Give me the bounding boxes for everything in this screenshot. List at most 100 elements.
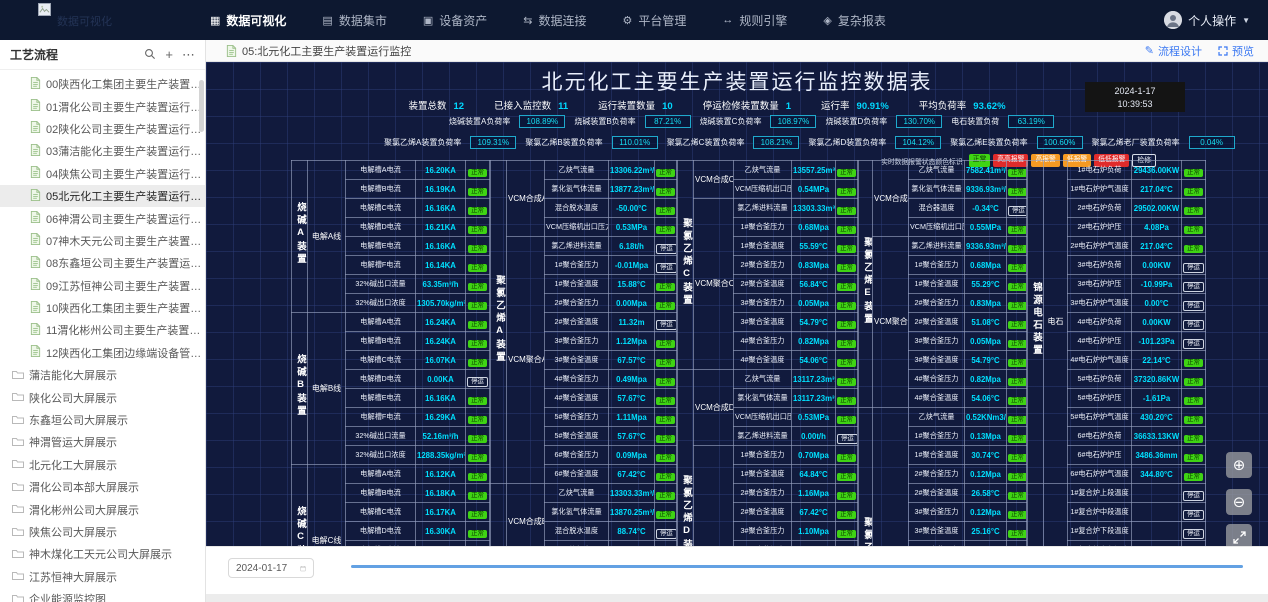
- status-cell: 正常: [1007, 332, 1027, 351]
- status-cell: 正常: [466, 389, 490, 408]
- sidebar-folder-item[interactable]: 神木煤化工天元公司大屏展示: [0, 543, 205, 565]
- date-input[interactable]: [236, 563, 294, 574]
- line-label: 电解C线: [308, 465, 346, 547]
- status-chip: 正常: [837, 511, 856, 519]
- param-name: 4#聚合釜压力: [545, 370, 609, 389]
- file-icon: [30, 345, 41, 360]
- stat-value: 10: [662, 101, 673, 112]
- sidebar-file-item[interactable]: 11渭化彬州公司主要生产装置运...: [0, 319, 205, 341]
- nav-item-market[interactable]: ▤数据集市: [322, 12, 386, 29]
- load-rate-label: 聚氯乙烯B装置负荷率: [525, 137, 602, 148]
- tab-current[interactable]: 05:北元化工主要生产装置运行监控: [226, 43, 411, 59]
- sidebar-file-item[interactable]: 02陕化公司主要生产装置运行监...: [0, 118, 205, 140]
- device-label: 烧碱C装置: [292, 465, 308, 547]
- sidebar-folder-item[interactable]: 蒲洁能化大屏展示: [0, 364, 205, 386]
- stat-value: 1: [786, 101, 791, 112]
- nav-item-rule[interactable]: ↔规则引擎: [722, 12, 787, 29]
- zoom-in-button[interactable]: ⊕: [1226, 452, 1252, 478]
- status-cell: 正常: [655, 161, 677, 180]
- line-label: 电解A线: [308, 161, 346, 313]
- stat-item: 运行装置数量10: [598, 98, 673, 112]
- param-name: 2#聚合釜压力: [909, 294, 965, 313]
- param-value: 54.79°C: [792, 313, 836, 332]
- sidebar-file-item[interactable]: 00陕西化工集团主要生产装置运...: [0, 73, 205, 95]
- sidebar-folder-item[interactable]: 陕化公司大屏展示: [0, 386, 205, 408]
- zoom-out-icon: ⊖: [1233, 493, 1246, 511]
- status-cell: 正常: [466, 351, 490, 370]
- sidebar-file-item[interactable]: 04陕焦公司主要生产装置运行监...: [0, 163, 205, 185]
- status-cell: 正常: [466, 180, 490, 199]
- status-chip: 正常: [656, 359, 675, 367]
- sidebar-file-item[interactable]: 01渭化公司主要生产装置运行监...: [0, 95, 205, 117]
- nav-item-asset[interactable]: ▣设备资产: [423, 12, 487, 29]
- param-name: 2#聚合釜压力: [734, 256, 792, 275]
- flow-design-button[interactable]: ✎流程设计: [1145, 43, 1202, 59]
- sidebar-item-label: 渭化彬州公司大屏展示: [29, 502, 139, 518]
- preview-button[interactable]: 预览: [1218, 43, 1254, 59]
- load-rate-value: 0.04%: [1189, 136, 1235, 149]
- date-picker[interactable]: [228, 558, 314, 578]
- link-icon: ⇆: [523, 14, 532, 27]
- status-cell: 正常: [1182, 180, 1206, 199]
- stat-label: 运行率: [821, 101, 850, 112]
- status-cell: 正常: [1007, 465, 1027, 484]
- param-value: 16.30KA: [416, 522, 466, 541]
- param-name: 氯化氢气体流量: [545, 503, 609, 522]
- nav-item-report[interactable]: ◈复杂报表: [823, 12, 885, 29]
- user-menu[interactable]: 个人操作 ▼: [1164, 11, 1250, 29]
- nav-item-platform[interactable]: ⚙平台管理: [623, 12, 687, 29]
- sidebar-folder-item[interactable]: 江苏恒神大屏展示: [0, 566, 205, 588]
- folder-icon: [12, 481, 24, 494]
- sidebar-folder-item[interactable]: 神渭管运大屏展示: [0, 431, 205, 453]
- zoom-out-button[interactable]: ⊖: [1226, 489, 1252, 515]
- sidebar-folder-item[interactable]: 陕焦公司大屏展示: [0, 521, 205, 543]
- status-cell: 停运: [466, 370, 490, 389]
- status-cell: 正常: [655, 484, 677, 503]
- status-chip: 正常: [468, 473, 487, 481]
- horizontal-scrollbar[interactable]: [351, 565, 1243, 568]
- sidebar-file-item[interactable]: 06神渭公司主要生产装置运行监...: [0, 207, 205, 229]
- param-name: 1#电石炉负荷: [1068, 161, 1132, 180]
- param-value: 52.16m³/h: [416, 427, 466, 446]
- sidebar-folder-item[interactable]: 渭化彬州公司大屏展示: [0, 498, 205, 520]
- status-chip: 正常: [837, 378, 856, 386]
- monitoring-table: 烧碱A装置电解A线电解槽A电流16.20KA正常电解槽B电流16.19KA正常电…: [291, 160, 1206, 546]
- nav-item-visual[interactable]: ▦数据可视化: [210, 12, 286, 29]
- param-value: 25.16°C: [965, 522, 1007, 541]
- param-value: 16.29KA: [416, 408, 466, 427]
- status-cell: 停运: [1182, 275, 1206, 294]
- param-value: 54.06°C: [965, 389, 1007, 408]
- sidebar-folder-item[interactable]: 渭化公司本部大屏展示: [0, 476, 205, 498]
- sidebar-file-item[interactable]: 03蒲洁能化主要生产装置运行监...: [0, 140, 205, 162]
- sidebar-file-item[interactable]: 08东鑫垣公司主要生产装置运行...: [0, 252, 205, 274]
- stat-value: 93.62%: [973, 101, 1005, 112]
- param-value: 344.80°C: [1132, 465, 1182, 484]
- status-chip: 正常: [1184, 473, 1203, 481]
- status-chip: 正常: [656, 340, 675, 348]
- add-icon[interactable]: +: [165, 48, 173, 61]
- sidebar-file-item[interactable]: 07神木天元公司主要生产装置运...: [0, 230, 205, 252]
- sidebar-file-item[interactable]: 05北元化工主要生产装置运行监...: [0, 185, 205, 207]
- sidebar-file-item[interactable]: 12陕西化工集团边缘端设备管理...: [0, 342, 205, 364]
- status-cell: 正常: [836, 522, 858, 541]
- param-name: 电解槽C电流: [346, 199, 416, 218]
- status-cell: 正常: [466, 199, 490, 218]
- nav-item-connect[interactable]: ⇆数据连接: [523, 12, 586, 29]
- sidebar-folder-item[interactable]: 北元化工大屏展示: [0, 454, 205, 476]
- status-cell: 正常: [836, 408, 858, 427]
- param-name: 电解槽D电流: [346, 218, 416, 237]
- sidebar-folder-item[interactable]: 东鑫垣公司大屏展示: [0, 409, 205, 431]
- status-chip: 正常: [1008, 226, 1027, 234]
- status-cell: 正常: [466, 275, 490, 294]
- status-cell: 正常: [1007, 484, 1027, 503]
- status-chip: 停运: [656, 244, 677, 254]
- sidebar-file-item[interactable]: 09江苏恒神公司主要生产装置运...: [0, 275, 205, 297]
- device-label: 聚氯乙烯B装置: [491, 484, 507, 547]
- more-icon[interactable]: ⋯: [182, 48, 195, 61]
- sidebar-folder-item[interactable]: 企业能源监控图: [0, 588, 205, 602]
- sidebar-file-item[interactable]: 10陕西化工集团主要生产装置运...: [0, 297, 205, 319]
- sidebar-scrollbar[interactable]: [199, 80, 204, 132]
- search-icon[interactable]: [144, 48, 156, 62]
- status-chip: 正常: [656, 473, 675, 481]
- param-name: VCM压缩机出口压力: [734, 408, 792, 427]
